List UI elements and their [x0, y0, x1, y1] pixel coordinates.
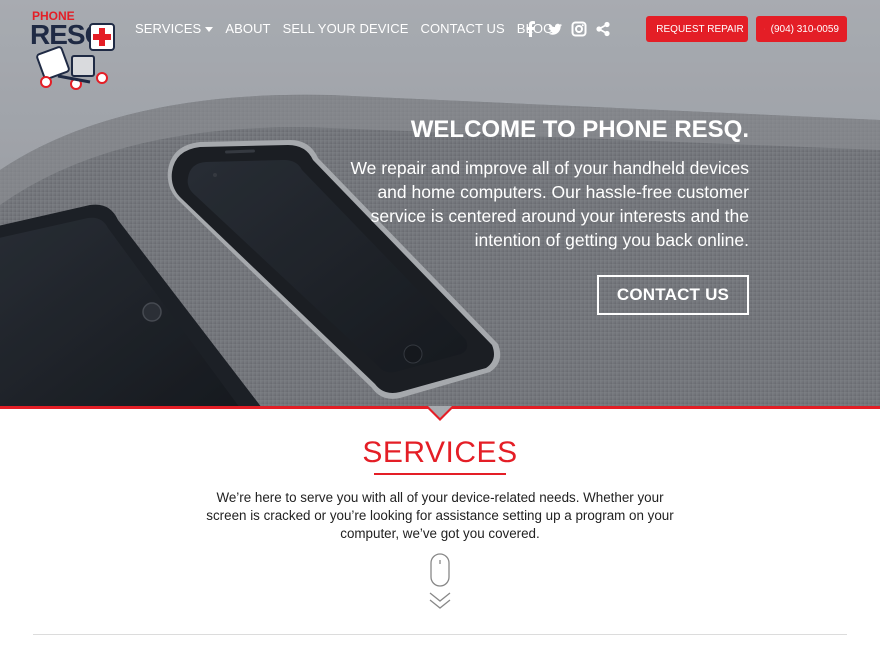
twitter-icon[interactable]	[547, 20, 563, 38]
phone-resq-logo[interactable]: PHONE RESQ	[30, 8, 120, 90]
section-divider	[33, 634, 847, 635]
request-repair-button[interactable]: REQUEST REPAIR	[646, 16, 748, 42]
request-repair-label: REQUEST REPAIR	[656, 23, 744, 35]
scroll-down-icon[interactable]	[428, 553, 452, 613]
facebook-icon[interactable]	[523, 20, 539, 38]
nav-services[interactable]: SERVICES	[135, 21, 214, 36]
nav-sell-your-device[interactable]: SELL YOUR DEVICE	[283, 21, 409, 36]
phone-call-button[interactable]: (904) 310-0059	[756, 16, 847, 42]
services-heading-underline	[374, 473, 506, 475]
nav-contact-us[interactable]: CONTACT US	[420, 21, 504, 36]
hero-notch-inner	[428, 406, 452, 418]
nav-about[interactable]: ABOUT	[225, 21, 270, 36]
services-heading: SERVICES	[362, 436, 518, 469]
phone-number-label: (904) 310-0059	[770, 23, 839, 35]
contact-us-button[interactable]: CONTACT US	[597, 275, 749, 315]
hero-section: PHONE RESQ SERVICES ABOUT SELL YOUR DEVI…	[0, 0, 880, 408]
services-description: We’re here to serve you with all of your…	[206, 490, 674, 541]
social-links	[523, 20, 611, 38]
hero-description: We repair and improve all of your handhe…	[350, 158, 749, 250]
share-icon[interactable]	[595, 20, 611, 38]
phone-icon	[764, 28, 765, 30]
caret-down-icon	[205, 27, 214, 33]
main-nav: SERVICES ABOUT SELL YOUR DEVICE CONTACT …	[135, 21, 553, 36]
instagram-icon[interactable]	[571, 20, 587, 38]
hero-title: WELCOME TO PHONE RESQ.	[410, 116, 749, 143]
